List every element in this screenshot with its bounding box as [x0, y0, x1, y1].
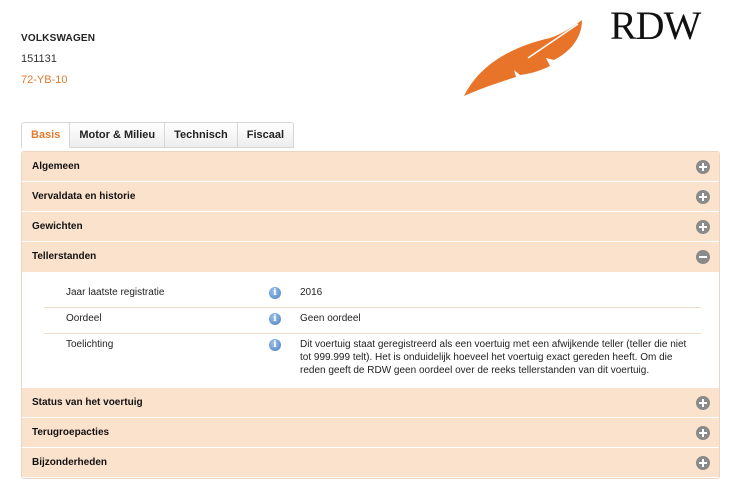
section-title: Tellerstanden — [32, 251, 97, 262]
section-bijzonderheden[interactable]: Bijzonderheden — [22, 448, 719, 478]
vehicle-info: VOLKSWAGEN 151131 72-YB-10 — [21, 28, 95, 91]
detail-label: Jaar laatste registratie — [66, 287, 165, 298]
expand-icon[interactable] — [696, 190, 710, 204]
detail-value: 2016 — [300, 287, 323, 298]
detail-label: Oordeel — [66, 313, 102, 324]
expand-icon[interactable] — [696, 220, 710, 234]
section-terugroepacties[interactable]: Terugroepacties — [22, 418, 719, 448]
info-icon[interactable]: i — [269, 339, 281, 351]
info-icon[interactable]: i — [269, 313, 281, 325]
tellerstanden-content: Jaar laatste registratie i 2016 Oordeel … — [22, 272, 719, 388]
section-vervaldata[interactable]: Vervaldata en historie — [22, 182, 719, 212]
rdw-logo-text: RDW — [610, 3, 701, 48]
section-title: Vervaldata en historie — [32, 191, 136, 202]
detail-row: Toelichting i Dit voertuig staat geregis… — [44, 334, 701, 383]
expand-icon[interactable] — [696, 456, 710, 470]
section-tellerstanden[interactable]: Tellerstanden — [22, 242, 719, 272]
section-title: Terugroepacties — [32, 427, 110, 438]
tab-basis[interactable]: Basis — [21, 122, 71, 148]
tab-motor-milieu[interactable]: Motor & Milieu — [70, 122, 166, 148]
section-gewichten[interactable]: Gewichten — [22, 212, 719, 242]
expand-icon[interactable] — [696, 426, 710, 440]
section-status[interactable]: Status van het voertuig — [22, 388, 719, 418]
tab-bar: Basis Motor & Milieu Technisch Fiscaal — [21, 122, 295, 148]
detail-value: Dit voertuig staat geregistreerd als een… — [300, 339, 687, 376]
section-title: Bijzonderheden — [32, 457, 108, 468]
vehicle-make: VOLKSWAGEN — [21, 33, 96, 44]
section-algemeen[interactable]: Algemeen — [22, 152, 719, 182]
info-icon[interactable]: i — [269, 287, 281, 299]
section-title: Status van het voertuig — [32, 397, 143, 408]
rdw-leaf-logo-icon — [464, 20, 582, 96]
section-title: Gewichten — [32, 221, 83, 232]
license-plate: 72-YB-10 — [21, 74, 68, 86]
detail-label: Toelichting — [66, 339, 114, 350]
expand-icon[interactable] — [696, 396, 710, 410]
detail-value: Geen oordeel — [300, 313, 361, 324]
collapse-icon[interactable] — [696, 250, 710, 264]
details-accordion: Algemeen Vervaldata en historie Gewichte… — [21, 151, 720, 479]
tab-fiscaal[interactable]: Fiscaal — [237, 122, 295, 148]
tab-technisch[interactable]: Technisch — [165, 122, 238, 148]
detail-row: Jaar laatste registratie i 2016 — [44, 282, 701, 308]
expand-icon[interactable] — [696, 160, 710, 174]
detail-row: Oordeel i Geen oordeel — [44, 308, 701, 334]
section-title: Algemeen — [32, 161, 80, 172]
vehicle-code: 151131 — [21, 53, 57, 65]
